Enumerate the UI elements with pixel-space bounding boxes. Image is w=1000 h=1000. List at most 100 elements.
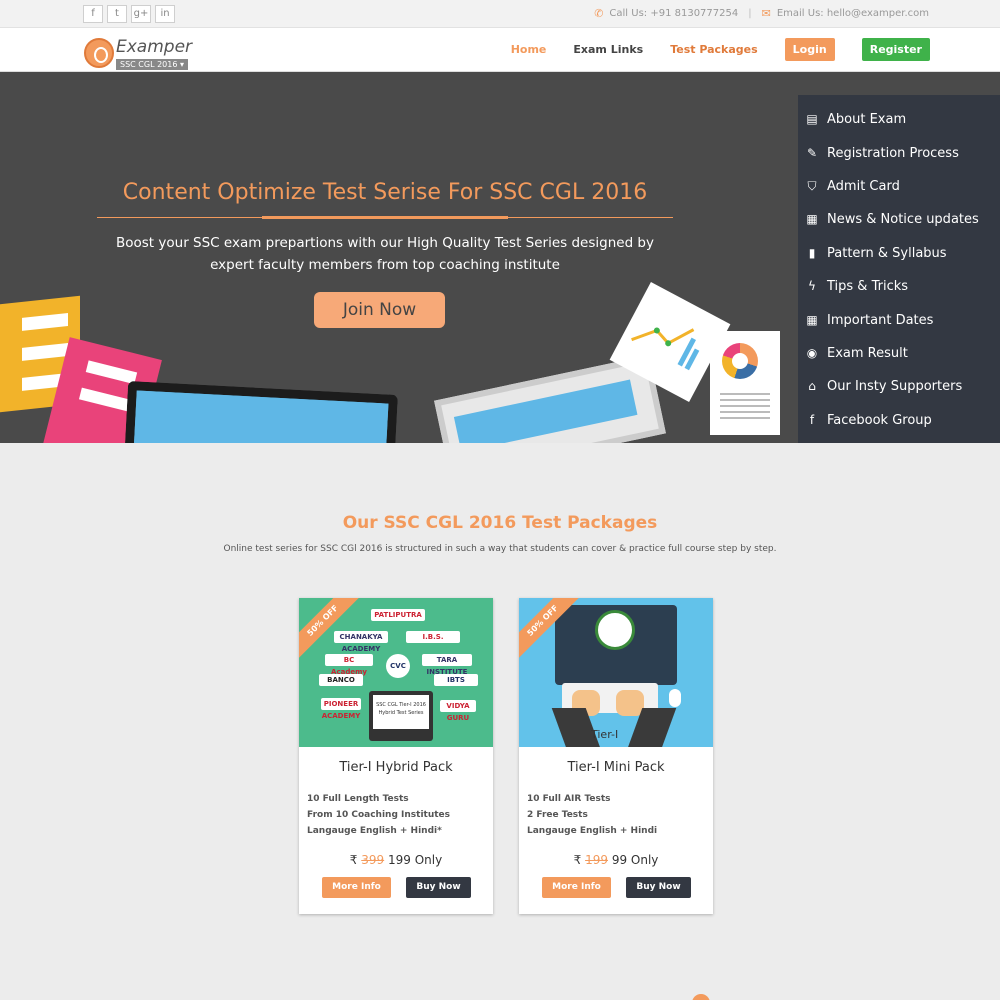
facebook-icon[interactable]: f <box>83 5 103 23</box>
ssc-seal-icon <box>595 610 635 650</box>
join-now-button[interactable]: Join Now <box>314 292 445 328</box>
buy-now-button[interactable]: Buy Now <box>406 877 471 898</box>
report-paper-illustration <box>710 331 780 435</box>
package-image[interactable]: Tier-I 50% OFF <box>519 598 713 747</box>
more-info-button[interactable]: More Info <box>322 877 391 898</box>
computer-illustration <box>555 605 677 685</box>
newspaper-icon: ▦ <box>806 212 818 226</box>
package-card: Tier-I 50% OFF Tier-I Mini Pack 10 Full … <box>519 598 713 914</box>
register-button[interactable]: Register <box>861 38 930 61</box>
bolt-icon: ϟ <box>808 279 816 293</box>
institution-icon: ⌂ <box>808 379 816 393</box>
side-item-label: News & Notice updates <box>827 211 979 227</box>
separator: | <box>748 8 752 19</box>
laptop-screen-text: SSC CGL Tier-I 2016 Hybrid Test Series <box>373 695 429 729</box>
googleplus-icon[interactable]: g+ <box>131 5 151 23</box>
brand-name[interactable]: Examper <box>116 37 192 57</box>
call-text: Call Us: +91 8130777254 <box>609 8 739 19</box>
side-item-pattern-syllabus[interactable]: ▮ Pattern & Syllabus <box>798 241 1000 265</box>
linkedin-icon[interactable]: in <box>155 5 175 23</box>
coaching-logo: PATLIPUTRA <box>371 609 425 621</box>
old-price: 399 <box>361 853 385 867</box>
calendar-icon: ▦ <box>806 313 818 327</box>
package-feature: From 10 Coaching Institutes <box>307 810 451 820</box>
package-feature: 10 Full Length Tests <box>307 794 409 804</box>
package-feature: 10 Full AIR Tests <box>527 794 611 804</box>
social-links: f t g+ in <box>83 5 179 23</box>
coaching-logo: I.B.S. <box>406 631 460 643</box>
contact-info: ✆ Call Us: +91 8130777254 | ✉ Email Us: … <box>594 7 929 20</box>
coaching-logo: CVC <box>386 654 410 678</box>
side-item-important-dates[interactable]: ▦ Important Dates <box>798 308 1000 332</box>
side-item-registration-process[interactable]: ✎ Registration Process <box>798 141 1000 165</box>
email-text[interactable]: Email Us: hello@examper.com <box>777 8 929 19</box>
laptop-illustration: SSC CGL Tier-I 2016 Hybrid Test Series <box>369 691 433 741</box>
new-price: 99 Only <box>611 853 659 867</box>
book-icon: ▮ <box>808 246 816 260</box>
top-bar: f t g+ in ✆ Call Us: +91 8130777254 | ✉ … <box>0 0 1000 28</box>
hero-title: Content Optimize Test Serise For SSC CGL… <box>122 180 648 205</box>
packages-title: Our SSC CGL 2016 Test Packages <box>342 513 658 533</box>
mouse-illustration <box>669 689 681 707</box>
coaching-logo: IBTS <box>434 674 478 686</box>
document-icon: ▤ <box>806 112 818 126</box>
side-item-admit-card[interactable]: ⛉ Admit Card <box>798 174 1000 198</box>
target-icon: ◉ <box>806 346 818 360</box>
side-item-label: Important Dates <box>827 312 934 328</box>
side-item-label: Admit Card <box>827 178 900 194</box>
buy-now-button[interactable]: Buy Now <box>626 877 691 898</box>
nav-test-packages[interactable]: Test Packages <box>670 43 757 56</box>
more-info-button[interactable]: More Info <box>542 877 611 898</box>
nav-home[interactable]: Home <box>511 43 547 56</box>
coaching-logo: TARA INSTITUTE <box>422 654 472 676</box>
side-item-label: Exam Result <box>827 345 908 361</box>
package-name[interactable]: Tier-I Mini Pack <box>519 760 713 775</box>
exam-select[interactable]: SSC CGL 2016 ▾ <box>116 59 188 70</box>
package-price: ₹ 399 199 Only <box>299 853 493 867</box>
package-price: ₹ 199 99 Only <box>519 853 713 867</box>
rupee-icon: ₹ <box>573 853 582 867</box>
twitter-icon[interactable]: t <box>107 5 127 23</box>
bookmark-icon: ⛉ <box>807 178 817 193</box>
side-item-about-exam[interactable]: ▤ About Exam <box>798 107 1000 131</box>
scroll-top-button[interactable] <box>692 994 710 1000</box>
side-item-label: About Exam <box>827 111 907 127</box>
coaching-logo: PIONEER ACADEMY <box>321 698 361 720</box>
coaching-logo: CHANAKYA ACADEMY <box>334 631 388 653</box>
side-item-news[interactable]: ▦ News & Notice updates <box>798 207 1000 231</box>
package-feature: Langauge English + Hindi* <box>307 826 442 836</box>
navbar: Examper SSC CGL 2016 ▾ Home Exam Links T… <box>0 28 1000 72</box>
facebook-icon: f <box>809 413 815 427</box>
side-menu: ▤ About Exam ✎ Registration Process ⛉ Ad… <box>798 95 1000 443</box>
logo-icon[interactable] <box>84 38 114 68</box>
coaching-logo: VIDYA GURU <box>440 700 476 722</box>
side-item-insty-supporters[interactable]: ⌂ Our Insty Supporters <box>798 374 1000 398</box>
side-item-label: Registration Process <box>827 145 959 161</box>
new-price: 199 Only <box>387 853 443 867</box>
side-item-tips-tricks[interactable]: ϟ Tips & Tricks <box>798 274 1000 298</box>
login-button[interactable]: Login <box>784 38 835 61</box>
nav-links: Home Exam Links Test Packages Login Regi… <box>484 38 930 61</box>
coaching-logo: BANCO <box>319 674 363 686</box>
package-name[interactable]: Tier-I Hybrid Pack <box>299 760 493 775</box>
tier-label: Tier-I <box>591 728 619 741</box>
packages-subtitle: Online test series for SSC CGl 2016 is s… <box>223 544 777 554</box>
side-item-label: Tips & Tricks <box>827 278 909 294</box>
package-feature: 2 Free Tests <box>527 810 588 820</box>
package-card: PATLIPUTRA CHANAKYA ACADEMY I.B.S. BC Ac… <box>299 598 493 914</box>
side-item-facebook-group[interactable]: f Facebook Group <box>798 408 1000 432</box>
edit-icon: ✎ <box>806 146 818 160</box>
side-item-exam-result[interactable]: ◉ Exam Result <box>798 341 1000 365</box>
nav-exam-links[interactable]: Exam Links <box>573 43 643 56</box>
side-item-label: Our Insty Supporters <box>827 378 963 394</box>
side-item-label: Pattern & Syllabus <box>827 245 947 261</box>
rupee-icon: ₹ <box>349 853 358 867</box>
hero-divider-accent <box>262 216 508 219</box>
side-item-label: Facebook Group <box>827 412 932 428</box>
coaching-logo: BC Academy <box>325 654 373 676</box>
monitor-illustration <box>124 380 398 443</box>
package-feature: Langauge English + Hindi <box>527 826 658 836</box>
old-price: 199 <box>585 853 608 867</box>
phone-icon: ✆ <box>594 7 604 20</box>
package-image[interactable]: PATLIPUTRA CHANAKYA ACADEMY I.B.S. BC Ac… <box>299 598 493 747</box>
